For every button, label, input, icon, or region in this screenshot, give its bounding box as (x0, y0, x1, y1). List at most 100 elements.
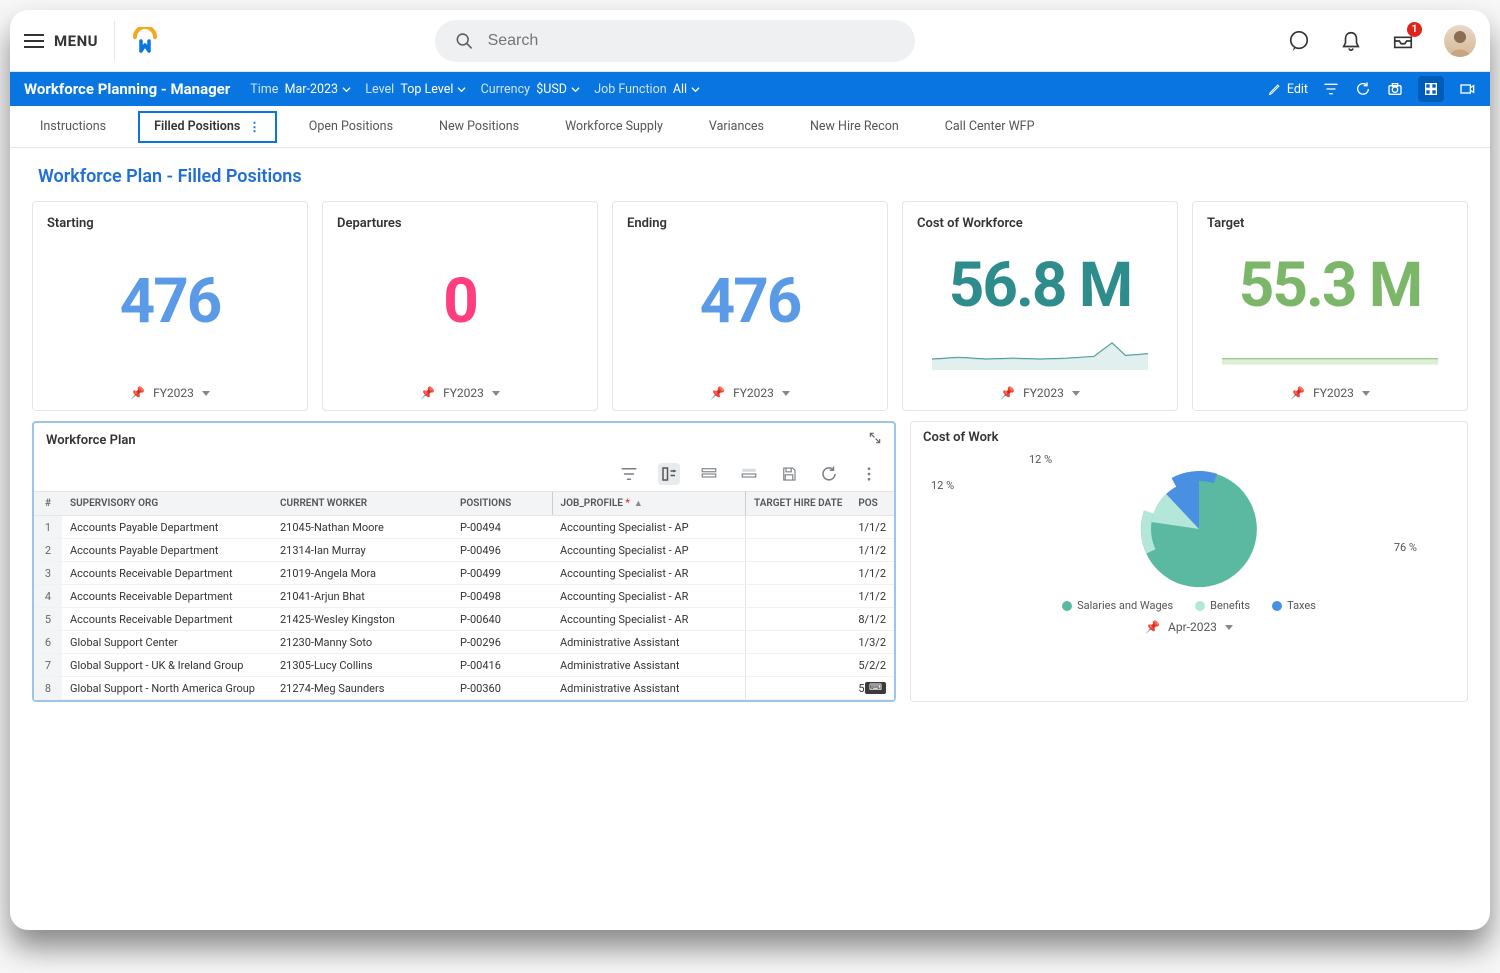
table-cell: 1/1/2 (850, 585, 894, 608)
column-header[interactable]: POS (850, 492, 894, 516)
workday-logo-icon (131, 27, 159, 55)
table-row[interactable]: 2Accounts Payable Department21314-Ian Mu… (34, 539, 894, 562)
table-select-col-icon[interactable] (658, 463, 680, 485)
table-cell: Global Support - UK & Ireland Group (62, 654, 272, 677)
table-cell: 1/1/2 (850, 516, 894, 539)
table-cell (746, 608, 851, 631)
tab-filled-positions[interactable]: Filled Positions⋮ (138, 111, 277, 143)
table-cell: 5/2/2 (850, 654, 894, 677)
chevron-down-icon[interactable] (1225, 625, 1233, 630)
pin-icon: 📌 (1290, 386, 1305, 400)
menu-button[interactable]: MENU (24, 32, 98, 50)
column-header[interactable]: CURRENT WORKER (272, 492, 452, 516)
table-row[interactable]: 8Global Support - North America Group212… (34, 677, 894, 700)
pin-icon: 📌 (420, 386, 435, 400)
tab-more-icon[interactable]: ⋮ (248, 119, 261, 135)
divider (114, 21, 115, 61)
filter-value-dropdown[interactable]: All (673, 82, 700, 97)
table-cell (746, 677, 851, 700)
kpi-year: FY2023 (733, 386, 774, 400)
filter-value-dropdown[interactable]: Mar-2023 (285, 82, 352, 97)
tab-instructions[interactable]: Instructions (26, 111, 120, 143)
filter-label: Currency (481, 82, 530, 97)
inbox-icon[interactable]: 1 (1392, 30, 1414, 52)
table-cell: P-00416 (452, 654, 552, 677)
grid-view-icon[interactable] (1418, 76, 1444, 102)
refresh-icon[interactable] (1354, 80, 1372, 98)
table-cell: P-00494 (452, 516, 552, 539)
table-refresh-icon[interactable] (818, 463, 840, 485)
table-cell: Administrative Assistant (552, 677, 746, 700)
tab-new-hire-recon[interactable]: New Hire Recon (796, 111, 913, 143)
kpi-card: Departures0📌FY2023 (322, 201, 598, 411)
chevron-down-icon[interactable] (492, 391, 500, 396)
notifications-icon[interactable] (1340, 30, 1362, 52)
table-row[interactable]: 3Accounts Receivable Department21019-Ang… (34, 562, 894, 585)
kpi-value: 56.8 M (917, 249, 1163, 322)
filter-label: Job Function (594, 82, 666, 97)
avatar[interactable] (1444, 25, 1476, 57)
table-cell: 21425-Wesley Kingston (272, 608, 452, 631)
filter-label: Time (250, 82, 278, 97)
table-cell: 8 (34, 677, 62, 700)
tab-new-positions[interactable]: New Positions (425, 111, 533, 143)
table-cell: Accounts Receivable Department (62, 585, 272, 608)
column-header[interactable]: POSITIONS (452, 492, 552, 516)
search-input[interactable] (435, 20, 915, 62)
table-title: Workforce Plan (46, 433, 136, 448)
table-cell (746, 539, 851, 562)
tab-variances[interactable]: Variances (695, 111, 778, 143)
tab-open-positions[interactable]: Open Positions (295, 111, 407, 143)
column-header[interactable]: JOB_PROFILE *▲ (552, 492, 746, 516)
pie-legend: Salaries and Wages Benefits Taxes (911, 599, 1467, 612)
tab-workforce-supply[interactable]: Workforce Supply (551, 111, 677, 143)
save-icon[interactable] (778, 463, 800, 485)
table-row[interactable]: 1Accounts Payable Department21045-Nathan… (34, 516, 894, 539)
column-header[interactable]: SUPERVISORY ORG (62, 492, 272, 516)
column-header[interactable]: TARGET HIRE DATE (746, 492, 851, 516)
kpi-label: Starting (47, 216, 293, 231)
table-row[interactable]: 5Accounts Receivable Department21425-Wes… (34, 608, 894, 631)
camera-icon[interactable] (1386, 80, 1404, 98)
table-cell: P-00640 (452, 608, 552, 631)
hamburger-icon (24, 34, 44, 48)
cost-panel-title: Cost of Work (923, 430, 998, 445)
inbox-badge: 1 (1407, 22, 1422, 37)
table-filter-icon[interactable] (618, 463, 640, 485)
filter-icon[interactable] (1322, 80, 1340, 98)
table-cell: 21045-Nathan Moore (272, 516, 452, 539)
chevron-down-icon[interactable] (1362, 391, 1370, 396)
tabs-row: Instructions Filled Positions⋮ Open Positi… (10, 106, 1490, 148)
table-cell: Accounting Specialist - AP (552, 539, 746, 562)
table-rows2-icon[interactable] (738, 463, 760, 485)
chevron-down-icon[interactable] (782, 391, 790, 396)
filter-value-dropdown[interactable]: Top Level (400, 82, 466, 97)
table-more-icon[interactable] (858, 463, 880, 485)
menu-label: MENU (54, 32, 98, 50)
table-cell: P-00498 (452, 585, 552, 608)
table-cell: 1 (34, 516, 62, 539)
edit-button[interactable]: Edit (1268, 82, 1308, 97)
expand-icon[interactable] (868, 431, 882, 449)
table-cell: 21230-Manny Soto (272, 631, 452, 654)
table-row[interactable]: 7Global Support - UK & Ireland Group2130… (34, 654, 894, 677)
table-row[interactable]: 6Global Support Center21230-Manny SotoP-… (34, 631, 894, 654)
filter-value-dropdown[interactable]: $USD (536, 82, 580, 97)
table-cell: Accounting Specialist - AR (552, 585, 746, 608)
search-field[interactable] (488, 32, 895, 50)
tab-call-center-wfp[interactable]: Call Center WFP (931, 111, 1049, 143)
page-title: Workforce Planning - Manager (24, 80, 230, 98)
kpi-label: Departures (337, 216, 583, 231)
kpi-label: Ending (627, 216, 873, 231)
chevron-down-icon[interactable] (1072, 391, 1080, 396)
column-header[interactable]: # (34, 492, 62, 516)
chevron-down-icon[interactable] (202, 391, 210, 396)
table-cell: 21305-Lucy Collins (272, 654, 452, 677)
table-cell: Administrative Assistant (552, 631, 746, 654)
chat-icon[interactable] (1288, 30, 1310, 52)
table-cell: Administrative Assistant (552, 654, 746, 677)
table-rows-icon[interactable] (698, 463, 720, 485)
present-icon[interactable] (1458, 80, 1476, 98)
table-cell: 2 (34, 539, 62, 562)
table-row[interactable]: 4Accounts Receivable Department21041-Arj… (34, 585, 894, 608)
